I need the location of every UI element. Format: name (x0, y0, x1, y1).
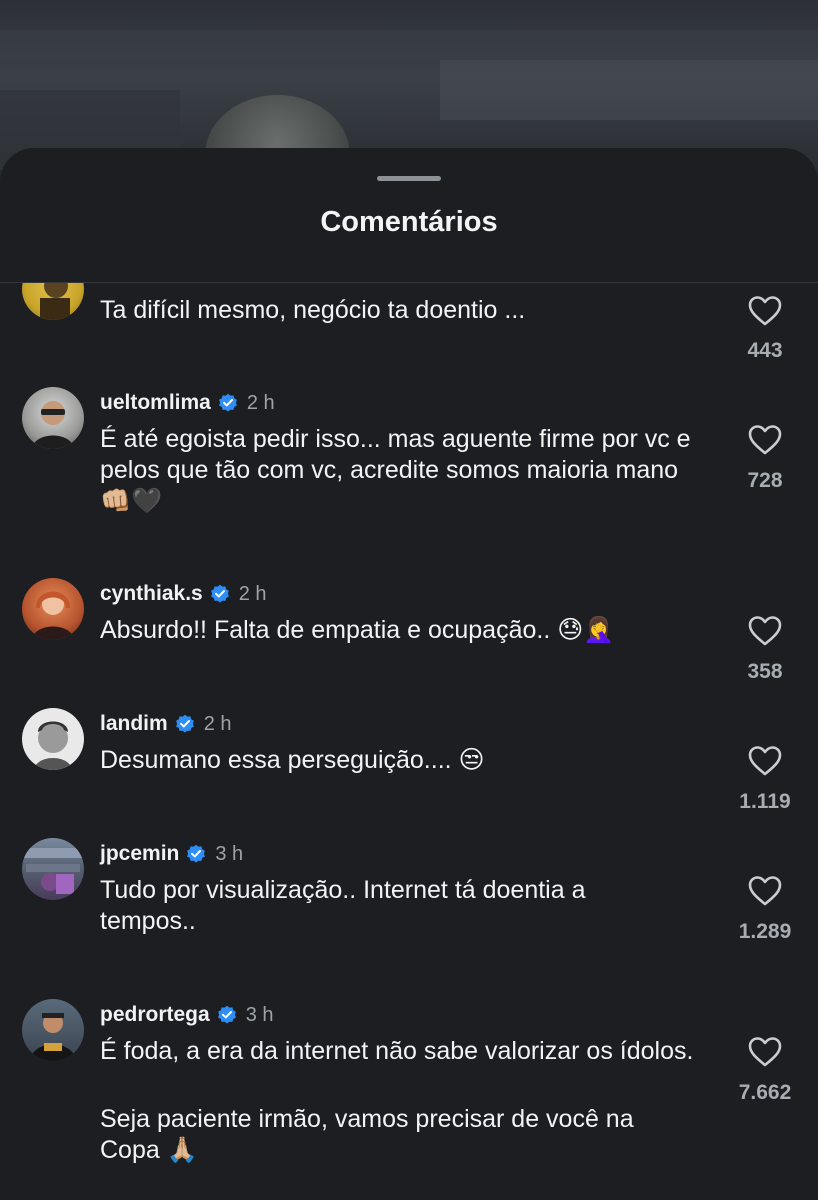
username[interactable]: cynthiak.s (100, 582, 203, 606)
sheet-title: Comentários (320, 206, 498, 238)
heart-outline-icon[interactable] (747, 615, 783, 647)
like-count: 7.662 (738, 1081, 792, 1104)
drag-handle[interactable] (377, 176, 441, 181)
like-count: 728 (747, 469, 783, 492)
verified-badge-icon (210, 584, 229, 603)
verified-badge-icon (217, 1005, 236, 1024)
heart-outline-icon[interactable] (747, 745, 783, 777)
comment-header: pedrortega 3 h (100, 999, 274, 1031)
heart-outline-icon[interactable] (747, 1036, 783, 1068)
heart-outline-icon[interactable] (747, 424, 783, 456)
comment-text-second-paragraph: Seja paciente irmão, vamos precisar de v… (100, 1105, 634, 1164)
comment-text: É foda, a era da internet não sabe valor… (100, 1037, 694, 1065)
comment-header: ueltomlima 2 h (100, 387, 275, 419)
timestamp: 2 h (246, 391, 275, 414)
avatar[interactable] (22, 999, 84, 1061)
heart-outline-icon[interactable] (747, 875, 783, 907)
avatar[interactable] (22, 387, 84, 449)
comment-text: Tudo por visualização.. Internet tá doen… (100, 876, 586, 935)
comments-list[interactable]: Ta difícil mesmo, negócio ta doentio ...… (0, 283, 818, 1200)
comment-text: Ta difícil mesmo, negócio ta doentio ... (100, 296, 526, 324)
timestamp: 2 h (203, 712, 232, 735)
username[interactable]: pedrortega (100, 1003, 210, 1027)
avatar[interactable] (22, 708, 84, 770)
comments-sheet: Comentários Ta difícil mesmo, negócio ta… (0, 148, 818, 1200)
verified-badge-icon (187, 844, 206, 863)
username[interactable]: jpcemin (100, 842, 179, 866)
timestamp: 2 h (238, 582, 267, 605)
like-count: 443 (747, 339, 783, 362)
background-video-frame (0, 0, 818, 170)
timestamp: 3 h (215, 842, 244, 865)
comment-text: Desumano essa perseguição.... 😒 (100, 746, 485, 774)
verified-badge-icon (218, 393, 237, 412)
like-count: 1.119 (739, 790, 791, 813)
comment-text: É até egoista pedir isso... mas aguente … (100, 425, 691, 515)
like-count: 358 (747, 660, 783, 683)
heart-outline-icon[interactable] (747, 295, 783, 327)
comment-header: landim 2 h (100, 708, 232, 740)
verified-badge-icon (175, 714, 194, 733)
comment-header: cynthiak.s 2 h (100, 578, 267, 610)
comment-text: Absurdo!! Falta de empatia e ocupação.. … (100, 616, 615, 644)
avatar[interactable] (22, 838, 84, 900)
username[interactable]: ueltomlima (100, 391, 211, 415)
like-count: 1.289 (738, 920, 792, 943)
avatar[interactable] (22, 283, 84, 320)
comment-header: jpcemin 3 h (100, 838, 243, 870)
timestamp: 3 h (245, 1003, 274, 1026)
username[interactable]: landim (100, 712, 168, 736)
avatar[interactable] (22, 578, 84, 640)
